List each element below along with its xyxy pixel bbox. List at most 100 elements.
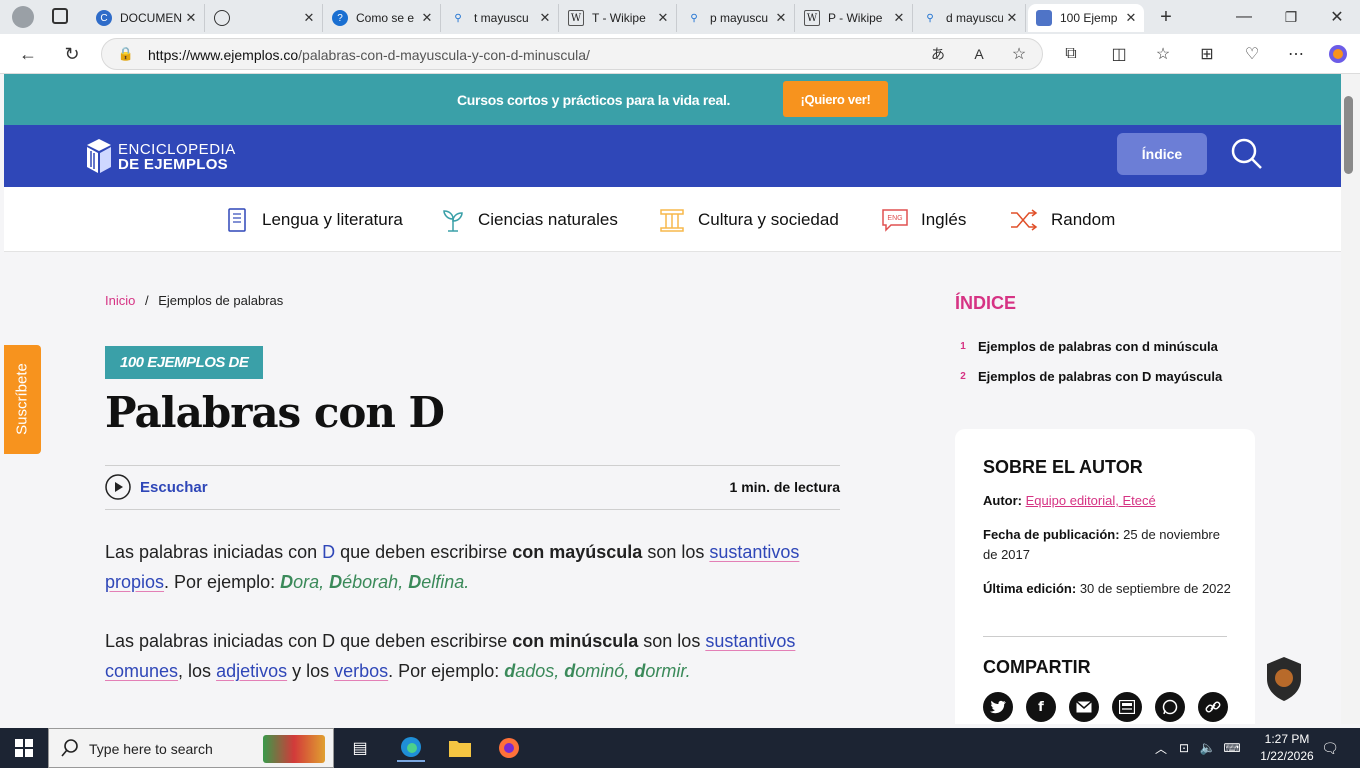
play-icon[interactable] [105, 474, 131, 505]
browser-tab-active[interactable]: 100 Ejemp ✕ [1028, 4, 1144, 32]
author-link[interactable]: Equipo editorial, Etecé [1026, 493, 1156, 508]
whatsapp-share-icon[interactable] [1155, 692, 1185, 722]
facebook-share-icon[interactable]: f [1026, 692, 1056, 722]
paragraph-minuscula: Las palabras iniciadas con D que deben e… [105, 631, 796, 681]
classroom-share-icon[interactable] [1112, 692, 1142, 722]
browser-tab[interactable]: C DOCUMEN ✕ [88, 4, 205, 32]
nav-ciencias-naturales[interactable]: Ciencias naturales [440, 205, 618, 235]
reload-icon[interactable]: ↻ [60, 42, 84, 66]
toc-item[interactable]: 2 Ejemplos de palabras con D mayúscula [955, 369, 1222, 384]
close-tab-icon[interactable]: ✕ [300, 10, 318, 26]
back-icon[interactable]: ← [16, 42, 40, 66]
edge-taskbar-icon[interactable] [397, 734, 425, 762]
keyboard-icon[interactable]: ⌨ [1218, 734, 1246, 762]
search-icon [61, 739, 79, 762]
browser-tab[interactable]: W P - Wikipe ✕ [796, 4, 913, 32]
close-tab-icon[interactable]: ✕ [1003, 10, 1021, 26]
email-share-icon[interactable] [1069, 692, 1099, 722]
listen-button[interactable]: Escuchar [140, 479, 208, 496]
nav-cultura-sociedad[interactable]: Cultura y sociedad [658, 205, 839, 235]
close-window-icon[interactable]: ✕ [1325, 5, 1349, 29]
logo-icon[interactable] [84, 133, 114, 182]
nav-random[interactable]: Random [1009, 205, 1115, 235]
clock-time: 1:27 PM [1264, 732, 1310, 746]
translate-icon[interactable]: あ [926, 42, 950, 66]
shield-icon[interactable] [1264, 655, 1304, 708]
close-tab-icon[interactable]: ✕ [890, 10, 908, 26]
lock-icon[interactable]: 🔒 [114, 42, 138, 66]
link-verbos[interactable]: verbos [334, 661, 388, 681]
toc-item[interactable]: 1 Ejemplos de palabras con d minúscula [955, 339, 1218, 354]
author-heading: SOBRE EL AUTOR [983, 457, 1143, 477]
minimize-icon[interactable]: — [1232, 5, 1256, 29]
browser-tab[interactable]: ⚲ t mayuscu ✕ [442, 4, 559, 32]
link-d[interactable]: D [322, 542, 335, 562]
wikipedia-icon: W [568, 10, 584, 26]
subscribe-label: Suscríbete [13, 363, 31, 435]
book-icon [226, 207, 250, 233]
close-tab-icon[interactable]: ✕ [536, 10, 554, 26]
url-field[interactable]: 🔒 https://www.ejemplos.co/palabras-con-d… [101, 38, 1043, 70]
wikipedia-icon: W [804, 10, 820, 26]
browser-tab-bar: C DOCUMEN ✕ ✕ ? Como se e ✕ ⚲ t mayuscu … [0, 0, 1360, 34]
nav-lengua-literatura[interactable]: Lengua y literatura [226, 205, 403, 235]
browser-tab[interactable]: ✕ [206, 4, 323, 32]
browser-tab[interactable]: ⚲ p mayuscu ✕ [678, 4, 795, 32]
nav-label: Random [1051, 210, 1116, 229]
file-explorer-icon[interactable] [446, 734, 474, 762]
tab-title: DOCUMEN [120, 11, 182, 25]
plant-icon [440, 207, 466, 233]
search-icon: ⚲ [926, 12, 934, 24]
taskbar-search-input[interactable]: Type here to search [48, 728, 334, 768]
extensions-icon[interactable]: ⧉ [1059, 42, 1083, 66]
breadcrumb: Inicio / Ejemplos de palabras [105, 293, 283, 308]
copy-link-icon[interactable] [1198, 692, 1228, 722]
collections-icon[interactable]: ⊞ [1195, 42, 1219, 66]
notifications-icon[interactable]: 🗨 [1316, 734, 1344, 762]
logo-text[interactable]: DE EJEMPLOS [118, 156, 228, 173]
close-tab-icon[interactable]: ✕ [182, 10, 200, 26]
index-button[interactable]: Índice [1117, 133, 1207, 175]
published-row: Fecha de publicación: 25 de noviembre de… [983, 527, 1220, 562]
scrollbar-thumb[interactable] [1344, 96, 1353, 174]
windows-start-icon[interactable] [10, 734, 38, 762]
browser-tab[interactable]: ⚲ d mayuscu ✕ [914, 4, 1026, 32]
browser-essentials-icon[interactable]: ♡ [1240, 42, 1264, 66]
copilot-icon[interactable] [1326, 42, 1350, 66]
search-placeholder: Type here to search [89, 741, 213, 757]
more-menu-icon[interactable]: ⋯ [1284, 42, 1308, 66]
firefox-icon[interactable] [495, 734, 523, 762]
article-badge: 100 EJEMPLOS DE [105, 346, 264, 379]
tab-actions-icon[interactable] [52, 8, 68, 24]
profile-avatar[interactable] [12, 6, 34, 28]
toc-heading: ÍNDICE [955, 293, 1017, 313]
read-aloud-icon[interactable]: A [967, 42, 991, 66]
twitter-share-icon[interactable] [983, 692, 1013, 722]
close-tab-icon[interactable]: ✕ [772, 10, 790, 26]
close-tab-icon[interactable]: ✕ [1122, 10, 1140, 26]
subscribe-tab[interactable]: Suscríbete [4, 345, 41, 454]
close-tab-icon[interactable]: ✕ [418, 10, 436, 26]
nav-label: Inglés [921, 210, 967, 229]
close-tab-icon[interactable]: ✕ [654, 10, 672, 26]
browser-tab[interactable]: W T - Wikipe ✕ [560, 4, 677, 32]
breadcrumb-home-link[interactable]: Inicio [105, 293, 135, 308]
restore-icon[interactable]: ❐ [1279, 5, 1303, 29]
tab-title: d mayuscu [946, 11, 1003, 25]
category-nav: Lengua y literatura Ciencias naturales C… [4, 187, 1341, 252]
tab-title: 100 Ejemp [1060, 11, 1118, 25]
favorites-icon[interactable]: ☆ [1151, 42, 1175, 66]
new-tab-icon[interactable]: + [1154, 5, 1178, 29]
system-clock[interactable]: 1:27 PM 1/22/2026 [1257, 731, 1317, 765]
favorite-star-icon[interactable]: ☆ [1007, 42, 1031, 66]
nav-ingles[interactable]: ENG Inglés [881, 205, 966, 235]
split-screen-icon[interactable]: ◫ [1107, 42, 1131, 66]
search-icon: ⚲ [690, 12, 698, 24]
promo-button[interactable]: ¡Quiero ver! [783, 81, 888, 117]
browser-tab[interactable]: ? Como se e ✕ [324, 4, 441, 32]
nav-label: Ciencias naturales [478, 210, 618, 229]
breadcrumb-current[interactable]: Ejemplos de palabras [158, 293, 283, 308]
task-view-icon[interactable]: ▤ [346, 734, 374, 762]
search-icon[interactable] [1230, 137, 1264, 176]
link-adjetivos[interactable]: adjetivos [216, 661, 287, 681]
